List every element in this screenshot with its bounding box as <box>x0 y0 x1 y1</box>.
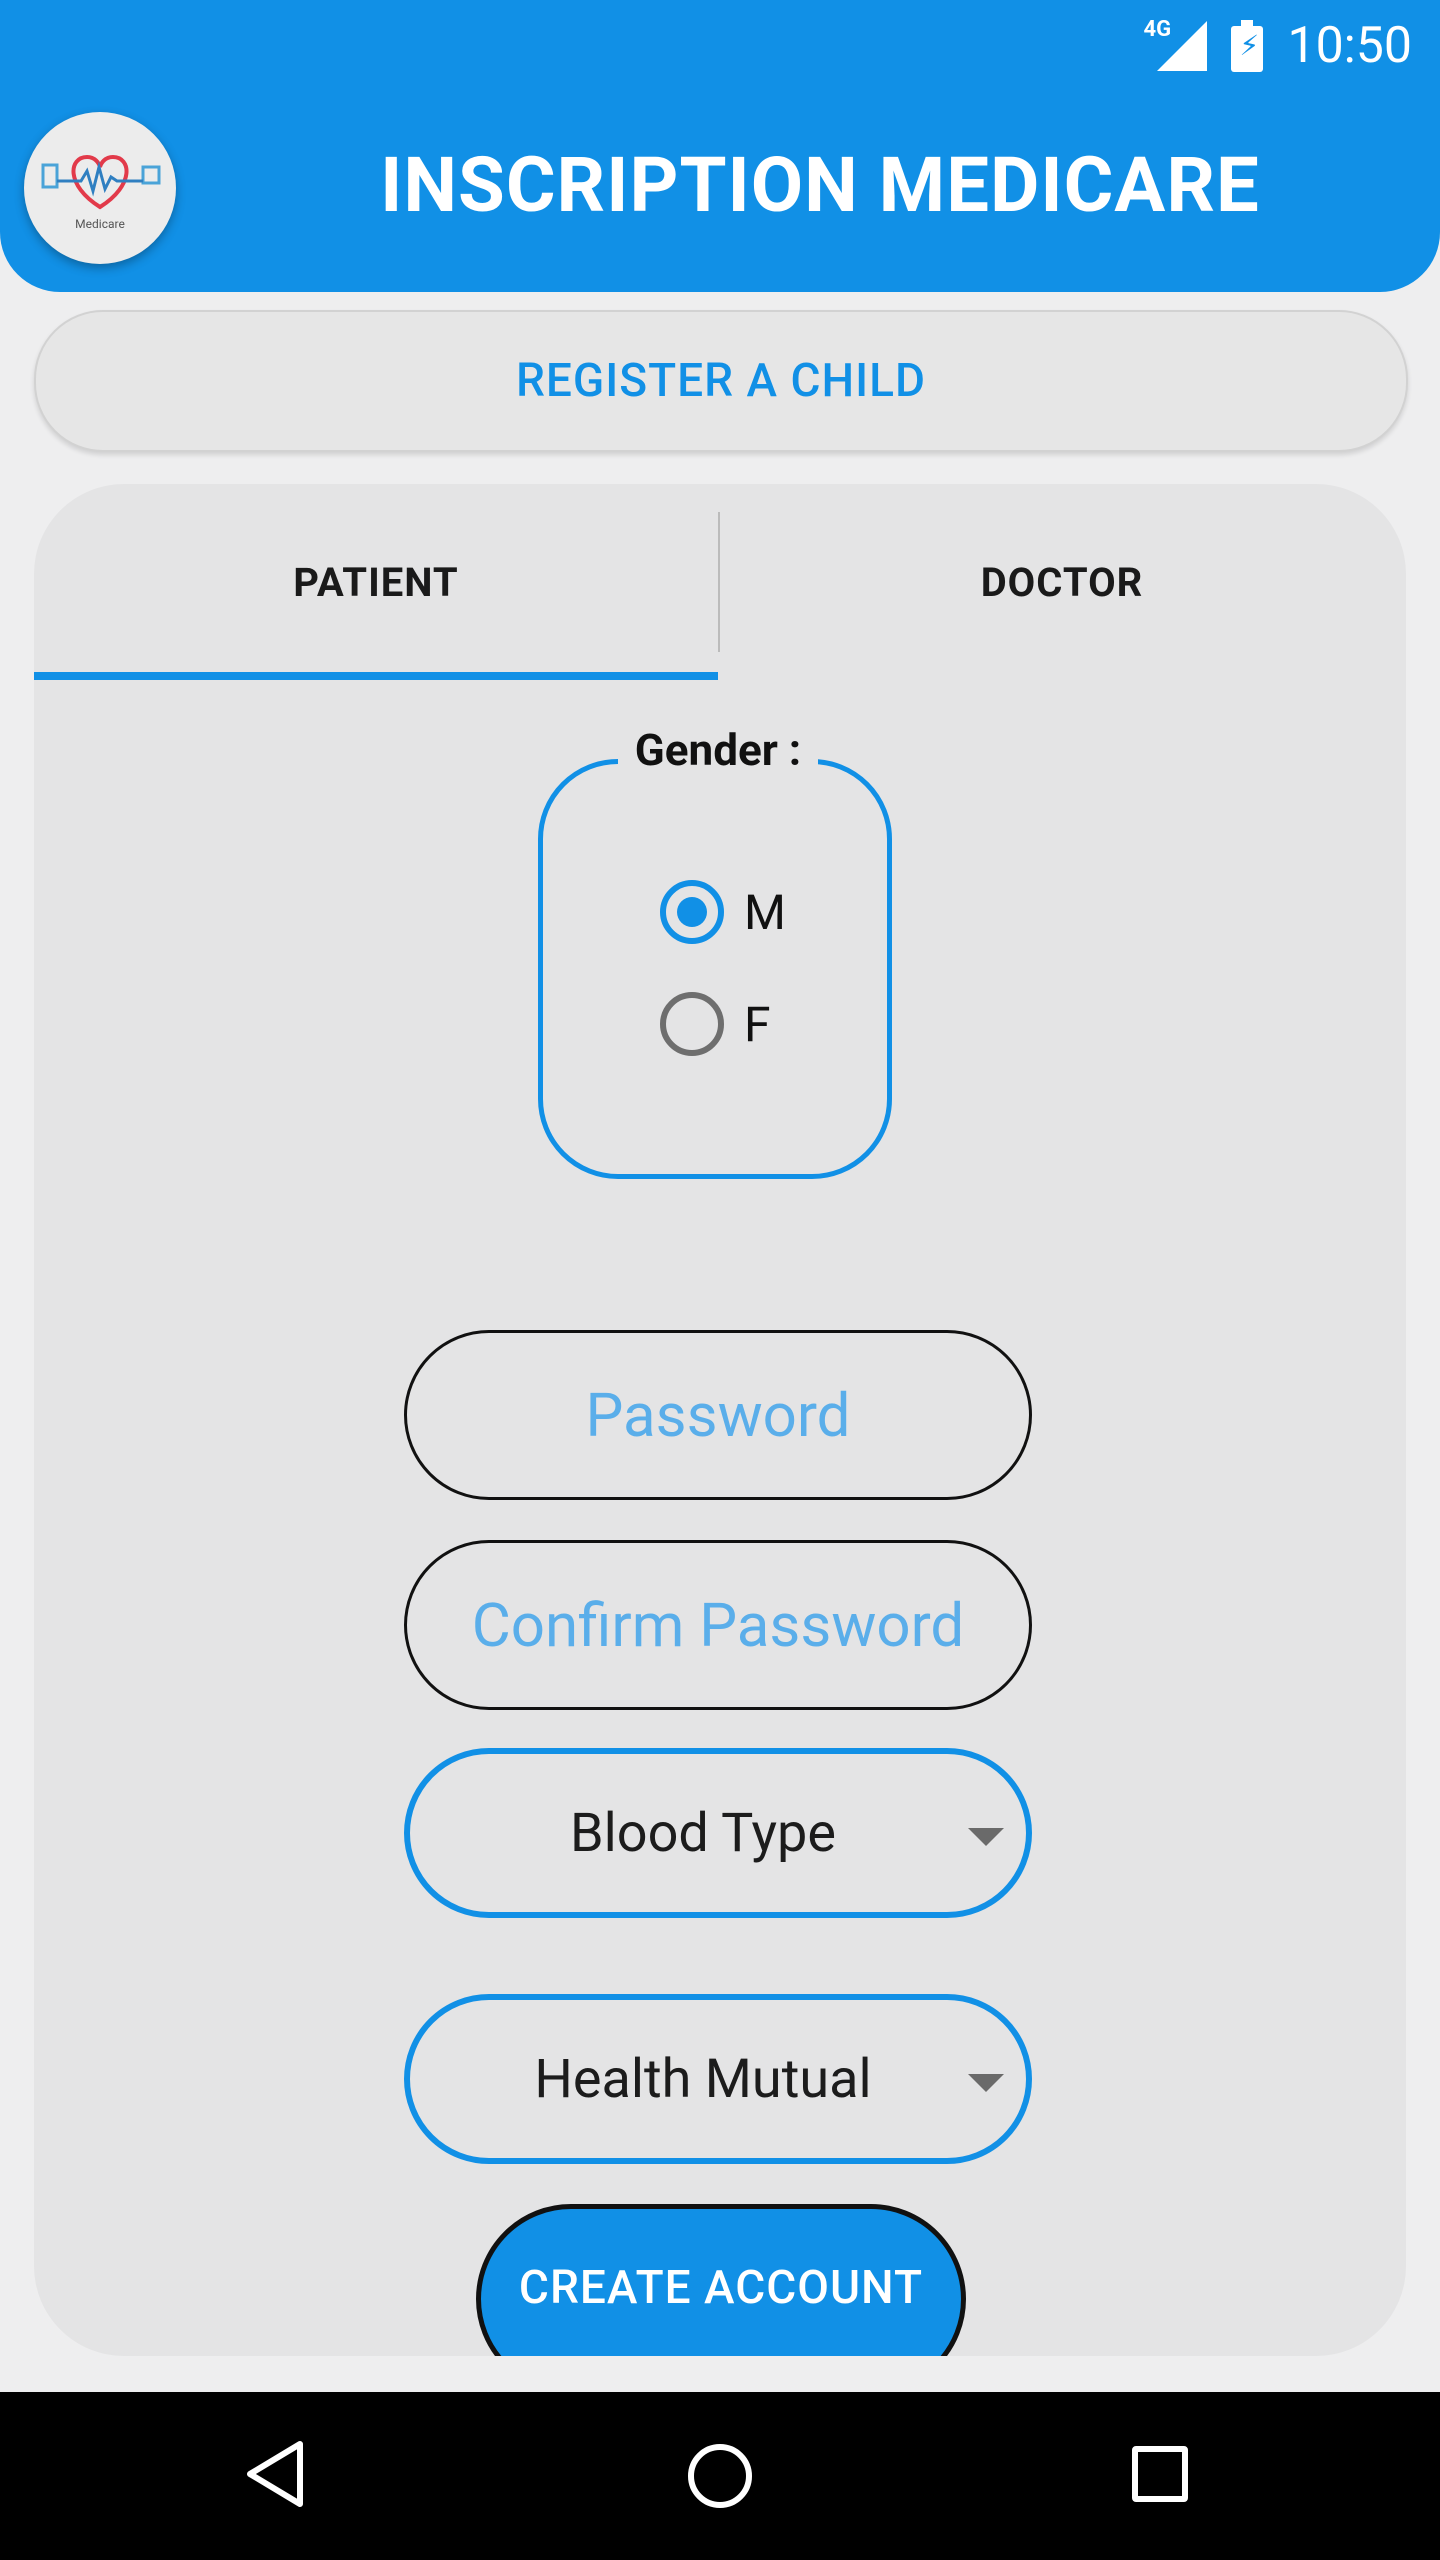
gender-group <box>538 759 892 1179</box>
tab-doctor[interactable]: DOCTOR <box>720 484 1404 680</box>
page-title: INSCRIPTION MEDICARE <box>380 140 1260 230</box>
nav-recent-icon[interactable] <box>1132 2446 1188 2502</box>
register-child-button[interactable]: REGISTER A CHILD <box>34 310 1408 452</box>
blood-type-value: Blood Type <box>570 1801 836 1865</box>
blood-type-select[interactable]: Blood Type <box>404 1748 1032 1918</box>
status-time: 10:50 <box>1287 17 1412 75</box>
nav-home-icon[interactable] <box>688 2444 752 2508</box>
gender-option-f[interactable]: F <box>660 992 771 1056</box>
confirm-password-input[interactable] <box>436 1588 1000 1662</box>
gender-label: Gender : <box>618 724 818 776</box>
app-header: 4G ⚡ 10:50 Medicare INSCRIPTION MEDICARE <box>0 0 1440 292</box>
password-input[interactable] <box>436 1378 1000 1452</box>
gender-option-label: F <box>744 995 771 1053</box>
tab-selected-indicator <box>34 672 718 680</box>
registration-card: PATIENT DOCTOR Gender : M F Blood Type H… <box>34 484 1406 2356</box>
radio-button-unchecked[interactable] <box>660 992 724 1056</box>
heart-pulse-icon <box>41 154 161 210</box>
confirm-password-field[interactable] <box>404 1540 1032 1710</box>
gender-option-label: M <box>744 883 786 941</box>
system-navigation-bar <box>0 2392 1440 2560</box>
account-type-tabs: PATIENT DOCTOR <box>34 484 1406 680</box>
gender-option-m[interactable]: M <box>660 880 786 944</box>
tab-patient[interactable]: PATIENT <box>34 484 718 680</box>
dropdown-arrow-icon <box>968 1828 1004 1846</box>
password-field[interactable] <box>404 1330 1032 1500</box>
logo-text: Medicare <box>75 217 125 231</box>
app-logo: Medicare <box>24 112 176 264</box>
battery-charging-icon: ⚡ <box>1231 20 1264 72</box>
health-mutual-select[interactable]: Health Mutual <box>404 1994 1032 2164</box>
status-bar: 4G ⚡ 10:50 <box>1143 16 1412 76</box>
radio-button-checked[interactable] <box>660 880 724 944</box>
health-mutual-value: Health Mutual <box>534 2047 872 2111</box>
signal-4g-icon: 4G <box>1143 17 1208 71</box>
dropdown-arrow-icon <box>968 2074 1004 2092</box>
nav-back-icon[interactable] <box>244 2438 308 2510</box>
create-account-button[interactable]: CREATE ACCOUNT <box>476 2204 966 2356</box>
